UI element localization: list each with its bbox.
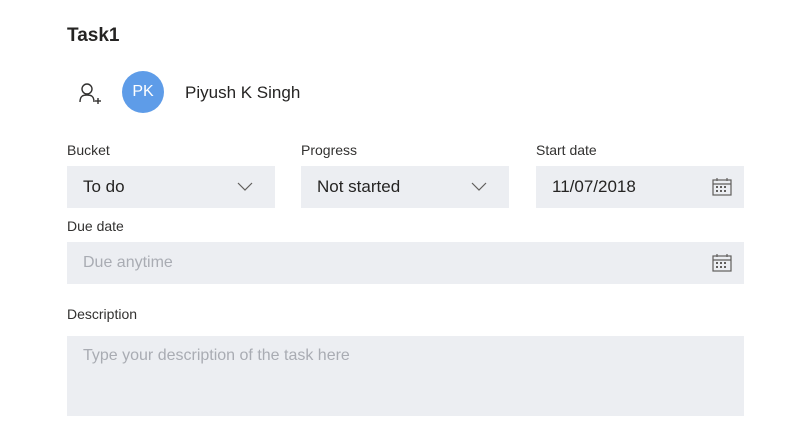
add-person-icon[interactable] [78,82,102,106]
bucket-label: Bucket [67,142,110,158]
start-date-field[interactable]: 11/07/2018 [536,166,744,208]
description-label: Description [67,306,138,322]
progress-dropdown[interactable]: Not started [301,166,509,208]
calendar-icon[interactable] [712,178,732,196]
due-date-placeholder: Due anytime [83,254,173,271]
description-textarea[interactable]: Type your description of the task here [67,336,744,416]
due-date-label: Due date [67,218,124,234]
chevron-down-icon [471,182,487,191]
assignee-name: Piyush K Singh [185,83,301,102]
avatar[interactable]: PK [122,71,164,113]
chevron-down-icon [237,182,253,191]
start-date-label: Start date [536,142,597,158]
progress-label: Progress [301,142,358,158]
due-date-field[interactable]: Due anytime [67,242,744,284]
calendar-icon[interactable] [712,254,732,272]
start-date-value: 11/07/2018 [552,177,636,196]
progress-value: Not started [317,177,401,196]
bucket-value: To do [83,177,125,196]
description-placeholder: Type your description of the task here [83,347,350,364]
avatar-initials: PK [132,83,154,100]
task-title[interactable]: Task1 [67,25,119,47]
bucket-dropdown[interactable]: To do [67,166,275,208]
